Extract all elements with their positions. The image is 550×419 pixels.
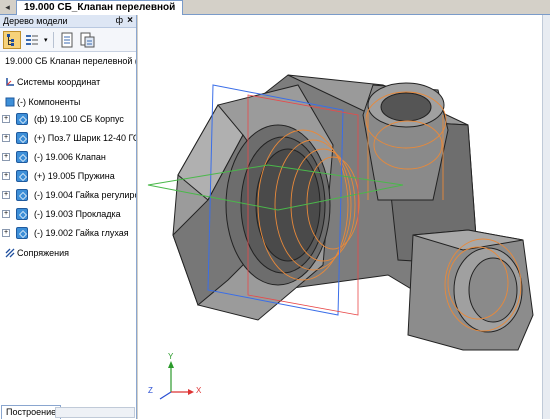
tree-item-component[interactable]: + (ф) 19.100 СБ Корпус	[0, 112, 136, 126]
tree-item-component[interactable]: + (-) 19.002 Гайка глухая	[0, 226, 136, 240]
document-icon[interactable]	[58, 31, 76, 49]
expander-icon[interactable]: +	[2, 153, 10, 161]
model-render	[147, 74, 534, 400]
mates-icon	[5, 248, 15, 258]
horizontal-scrollbar[interactable]	[55, 407, 135, 418]
tree-item-components[interactable]: (-) Компоненты	[3, 95, 136, 109]
model-tree-panel: Дерево модели ф × ▾ 19.000 СБ Клапан пер…	[0, 15, 137, 419]
vertical-scrollbar[interactable]	[542, 15, 550, 419]
model-tree: 19.000 СБ Клапан перелевной (Тел-0 Систе…	[0, 52, 136, 404]
pin-icon[interactable]: ф	[116, 15, 123, 25]
part-icon	[16, 113, 28, 125]
chevron-down-icon[interactable]: ▾	[44, 36, 48, 44]
expander-icon[interactable]: +	[2, 134, 10, 142]
tree-item-component[interactable]: + (-) 19.004 Гайка регулиров	[0, 188, 136, 202]
panel-title: Дерево модели	[3, 16, 68, 26]
tree-view-icon[interactable]	[3, 31, 21, 49]
axis-z-label: Z	[148, 386, 153, 395]
tree-item-mates[interactable]: Сопряжения	[3, 246, 136, 260]
part-icon	[16, 208, 28, 220]
tree-item-component[interactable]: + (+) 19.005 Пружина	[0, 169, 136, 183]
tree-item-component[interactable]: + (-) 19.006 Клапан	[0, 150, 136, 164]
expander-icon[interactable]: +	[2, 172, 10, 180]
tree-item-component[interactable]: + (-) 19.003 Прокладка	[0, 207, 136, 221]
expander-icon[interactable]: +	[2, 229, 10, 237]
panel-toolbar: ▾	[0, 28, 136, 52]
part-icon	[16, 151, 28, 163]
3d-viewport[interactable]: Y Z X	[138, 15, 550, 419]
coordinate-system-icon	[6, 78, 14, 86]
axis-x-label: X	[196, 386, 202, 395]
part-icon	[16, 189, 28, 201]
structure-icon[interactable]	[24, 31, 42, 49]
expander-icon[interactable]: +	[2, 210, 10, 218]
axis-triad	[159, 361, 194, 400]
axis-y-label: Y	[168, 352, 174, 361]
tree-item-coordinate-systems[interactable]: Системы координат	[3, 75, 136, 89]
expander-icon[interactable]: +	[2, 191, 10, 199]
toolbar-separator	[53, 32, 54, 48]
tab-construction[interactable]: Построение	[1, 405, 62, 419]
part-icon	[16, 132, 28, 144]
tree-root[interactable]: 19.000 СБ Клапан перелевной (Тел-0	[3, 54, 136, 68]
expander-icon[interactable]: +	[2, 115, 10, 123]
document-tab[interactable]: 19.000 СБ_Клапан перелевной	[16, 0, 184, 15]
document-props-icon[interactable]	[78, 31, 96, 49]
close-icon[interactable]: ×	[127, 15, 133, 26]
components-icon	[5, 97, 15, 107]
document-tab-bar: ◂ 19.000 СБ_Клапан перелевной	[0, 0, 550, 15]
part-icon	[16, 170, 28, 182]
left-arrow-icon[interactable]: ◂	[2, 2, 13, 13]
part-icon	[16, 227, 28, 239]
tree-item-component[interactable]: + (+) Поз.7 Шарик 12-40 ГОС	[0, 131, 136, 145]
panel-header: Дерево модели ф ×	[0, 15, 136, 28]
